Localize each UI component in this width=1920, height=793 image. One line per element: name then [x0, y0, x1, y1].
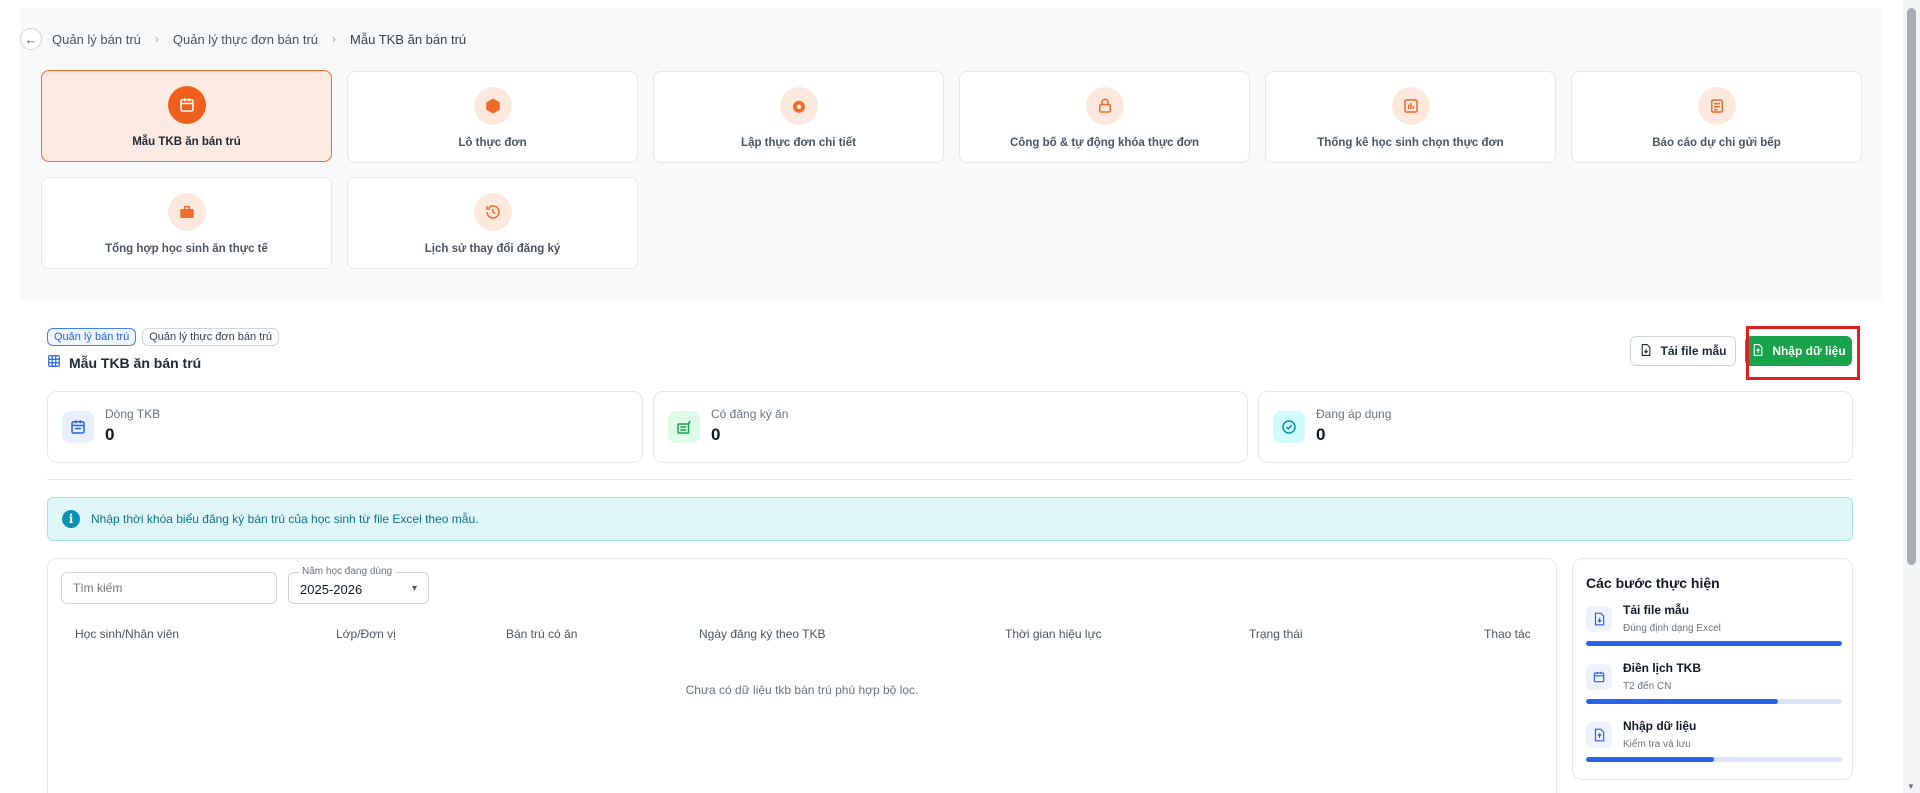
- steps-title: Các bước thực hiện: [1586, 575, 1720, 591]
- breadcrumb-item-current: Mẫu TKB ăn bán trú: [350, 31, 467, 47]
- search-input[interactable]: [61, 572, 277, 604]
- empty-state-message: Chưa có dữ liệu tkb bán trú phù hợp bộ l…: [685, 683, 919, 697]
- box-icon: [473, 87, 512, 125]
- column-header-actions: Thao tác: [1484, 627, 1531, 641]
- module-card-label: Công bố & tự động khóa thực đơn: [1010, 137, 1199, 149]
- breadcrumb-separator: ›: [154, 32, 159, 46]
- info-icon: i: [62, 510, 80, 528]
- school-year-value: 2025-2026: [300, 582, 363, 597]
- module-card-label: Tổng hợp học sinh ăn thực tế: [105, 243, 268, 255]
- food-icon: [779, 87, 818, 125]
- stat-label: Dòng TKB: [105, 407, 161, 421]
- step-progress-bar: [1586, 641, 1842, 646]
- step-progress-fill: [1586, 757, 1714, 762]
- column-header-status[interactable]: Trạng thái: [1249, 627, 1303, 641]
- breadcrumb: ← Quản lý bán trú › Quản lý thực đơn bán…: [20, 21, 466, 57]
- calendar-edit-icon: [1586, 664, 1612, 690]
- module-card-label: Lịch sử thay đổi đăng ký: [424, 243, 561, 255]
- module-card-label: Báo cáo dự chi gửi bếp: [1652, 137, 1781, 149]
- info-message: Nhập thời khóa biểu đăng ký bán trú của …: [91, 512, 479, 526]
- stat-value: 0: [105, 425, 115, 444]
- column-header-class[interactable]: Lớp/Đơn vị: [336, 627, 396, 641]
- step-title: Nhập dữ liệu: [1623, 719, 1697, 733]
- stat-label: Đang áp dụng: [1316, 407, 1392, 421]
- stat-card-meal-registered: Có đăng ký ăn 0: [653, 391, 1248, 463]
- file-icon: [1586, 606, 1612, 632]
- stat-label: Có đăng ký ăn: [711, 407, 789, 421]
- module-card-label: Lô thực đơn: [458, 137, 527, 149]
- file-upload-icon: [1586, 722, 1612, 748]
- tag-menu: Quản lý thực đơn bán trú: [142, 328, 280, 346]
- step-progress-bar: [1586, 757, 1842, 762]
- stat-value: 0: [711, 425, 721, 444]
- column-header-meal[interactable]: Bán trú có ăn: [506, 627, 577, 641]
- page-title: Mẫu TKB ăn bán trú: [47, 354, 201, 371]
- stat-card-timetable-rows: Dòng TKB 0: [47, 391, 643, 463]
- table-grid-icon: [47, 354, 61, 371]
- scroll-down-arrow-icon[interactable]: ▼: [1907, 782, 1915, 791]
- download-template-button[interactable]: Tải file mẫu: [1630, 336, 1736, 366]
- module-card-menu-detail[interactable]: Lập thực đơn chi tiết: [653, 71, 944, 163]
- page-title-text: Mẫu TKB ăn bán trú: [69, 354, 202, 371]
- step-progress-bar: [1586, 699, 1842, 704]
- breadcrumb-separator: ›: [332, 32, 337, 46]
- meal-icon: [668, 411, 700, 443]
- tag-residential: Quản lý bán trú: [47, 328, 137, 346]
- step-import-data: Nhập dữ liệu Kiểm tra và lưu: [1586, 719, 1842, 769]
- history-icon: [473, 193, 512, 231]
- highlight-box: [1746, 326, 1860, 380]
- step-title: Tải file mẫu: [1623, 603, 1690, 617]
- module-card-label: Thống kê học sinh chọn thực đơn: [1317, 137, 1504, 149]
- divider: [47, 479, 1853, 480]
- info-banner: i Nhập thời khóa biểu đăng ký bán trú củ…: [47, 497, 1853, 541]
- calendar-icon: [167, 86, 206, 124]
- module-card-publish-lock[interactable]: Công bố & tự động khóa thực đơn: [959, 71, 1250, 163]
- step-subtitle: Đúng định dạng Excel: [1623, 623, 1721, 634]
- school-year-label: Năm học đang dùng: [299, 566, 396, 577]
- module-card-change-history[interactable]: Lịch sử thay đổi đăng ký: [347, 177, 638, 269]
- check-circle-icon: [1273, 411, 1305, 443]
- column-header-student[interactable]: Học sinh/Nhân viên: [75, 627, 179, 641]
- module-card-actual-meals[interactable]: Tổng hợp học sinh ăn thực tế: [41, 177, 332, 269]
- step-download-template: Tải file mẫu Đúng định dạng Excel: [1586, 603, 1842, 653]
- file-download-icon: [1639, 343, 1652, 360]
- module-card-kitchen-report[interactable]: Báo cáo dự chi gửi bếp: [1571, 71, 1862, 163]
- step-progress-fill: [1586, 641, 1842, 646]
- document-icon: [1697, 87, 1736, 125]
- module-card-menu-stats[interactable]: Thống kê học sinh chọn thực đơn: [1265, 71, 1556, 163]
- section-tags: Quản lý bán trú Quản lý thực đơn bán trú: [47, 328, 280, 346]
- module-card-timetable-template[interactable]: Mẫu TKB ăn bán trú: [41, 70, 332, 162]
- step-progress-fill: [1586, 699, 1778, 704]
- step-fill-timetable: Điền lịch TKB T2 đến CN: [1586, 661, 1842, 711]
- module-card-menu-batch[interactable]: Lô thực đơn: [347, 71, 638, 163]
- chevron-down-icon: ▾: [411, 583, 417, 594]
- bar-chart-icon: [1391, 87, 1430, 125]
- breadcrumb-item-residential[interactable]: Quản lý bán trú: [52, 32, 141, 47]
- school-year-select[interactable]: Năm học đang dùng 2025-2026 ▾: [288, 566, 429, 604]
- timetable-table-card: Năm học đang dùng 2025-2026 ▾ Học sinh/N…: [47, 558, 1557, 793]
- step-title: Điền lịch TKB: [1623, 661, 1702, 675]
- breadcrumb-item-menu[interactable]: Quản lý thực đơn bán trú: [173, 32, 318, 47]
- step-subtitle: T2 đến CN: [1623, 681, 1672, 692]
- lock-icon: [1085, 87, 1124, 125]
- scrollbar-thumb[interactable]: [1907, 8, 1916, 565]
- briefcase-icon: [167, 193, 206, 231]
- calendar-icon: [62, 411, 94, 443]
- column-header-effective-time[interactable]: Thời gian hiệu lực: [1005, 627, 1102, 641]
- steps-panel: Các bước thực hiện Tải file mẫu Đúng địn…: [1572, 558, 1853, 780]
- page-scrollbar[interactable]: ▼: [1903, 0, 1920, 793]
- module-card-label: Lập thực đơn chi tiết: [741, 137, 856, 149]
- back-arrow-icon[interactable]: ←: [20, 28, 42, 50]
- module-card-label: Mẫu TKB ăn bán trú: [132, 136, 241, 148]
- stat-value: 0: [1316, 425, 1326, 444]
- step-subtitle: Kiểm tra và lưu: [1623, 739, 1691, 750]
- column-header-registration-days[interactable]: Ngày đăng ký theo TKB: [699, 627, 826, 641]
- stat-card-active: Đang áp dụng 0: [1258, 391, 1853, 463]
- download-template-label: Tải file mẫu: [1660, 344, 1727, 358]
